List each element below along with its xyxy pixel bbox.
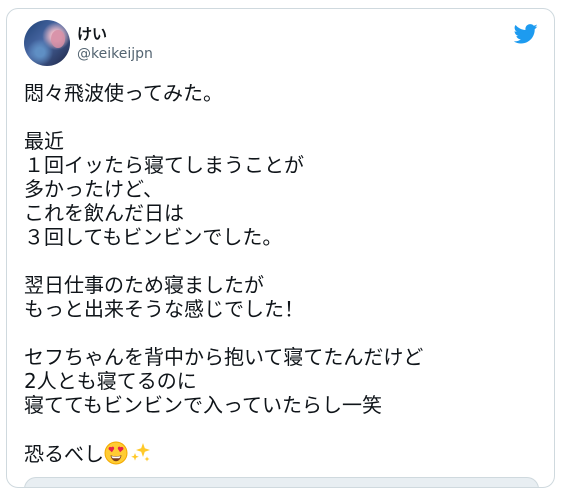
tweet-text: 悶々飛波使ってみた。 最近 １回イッたら寝てしまうことが 多かったけど、 これを…: [24, 81, 529, 466]
avatar[interactable]: [24, 20, 70, 66]
avatar-artwork: [51, 30, 65, 48]
heart-eyes-emoji-icon: [104, 441, 128, 465]
embedded-tweet-card: けい @keikeijpn 悶々飛波使ってみた。 最近 １回イッたら寝てしまうこ…: [6, 8, 555, 488]
author-display-name[interactable]: けい: [77, 24, 107, 44]
sparkles-emoji-icon: [131, 443, 150, 462]
tweet-body-text: 悶々飛波使ってみた。 最近 １回イッたら寝てしまうことが 多かったけど、 これを…: [24, 81, 424, 417]
tweet-last-line: 恐るべし: [24, 442, 104, 466]
tweet-media-preview[interactable]: [24, 477, 539, 487]
author-handle[interactable]: @keikeijpn: [77, 45, 153, 63]
twitter-bird-icon[interactable]: [514, 24, 538, 44]
